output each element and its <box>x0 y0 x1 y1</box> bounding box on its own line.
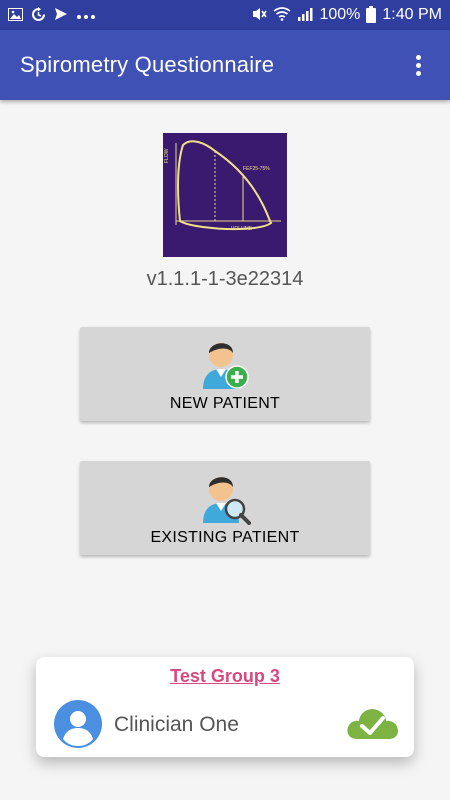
logo-volume-label: VOLUME <box>231 226 253 232</box>
new-patient-button[interactable]: NEW PATIENT <box>80 327 370 421</box>
spirometry-logo: FLOW VOLUME FEF25-75% <box>163 133 287 257</box>
battery-percent: 100% <box>319 6 361 23</box>
add-patient-icon <box>203 343 249 389</box>
battery-icon <box>366 5 377 23</box>
mute-icon <box>251 6 268 24</box>
app-title: Spirometry Questionnaire <box>20 52 275 77</box>
clinician-name: Clinician One <box>114 713 239 736</box>
clock: 1:40 PM <box>382 6 442 23</box>
overflow-menu-icon[interactable] <box>406 53 430 77</box>
wifi-icon <box>273 7 291 23</box>
version-label: v1.1.1-1-3e22314 <box>146 268 304 290</box>
existing-patient-label: EXISTING PATIENT <box>150 529 300 546</box>
existing-patient-button[interactable]: EXISTING PATIENT <box>80 461 370 555</box>
more-dots-icon <box>76 8 96 22</box>
logo-fef-label: FEF25-75% <box>243 166 270 172</box>
new-patient-label: NEW PATIENT <box>169 395 281 412</box>
clinician-card: Test Group 3 Clinician One <box>36 657 414 757</box>
avatar-icon <box>54 700 102 748</box>
image-icon <box>8 7 23 23</box>
status-bar: 100% 1:40 PM <box>0 0 450 30</box>
signal-icon <box>297 7 313 23</box>
search-patient-icon <box>203 477 251 525</box>
app-bar: Spirometry Questionnaire <box>0 30 450 100</box>
cloud-sync-check-icon[interactable] <box>345 703 399 743</box>
send-icon <box>54 7 68 23</box>
group-link[interactable]: Test Group 3 <box>36 666 414 687</box>
logo-flow-label: FLOW <box>164 148 170 163</box>
sync-icon <box>31 6 46 24</box>
